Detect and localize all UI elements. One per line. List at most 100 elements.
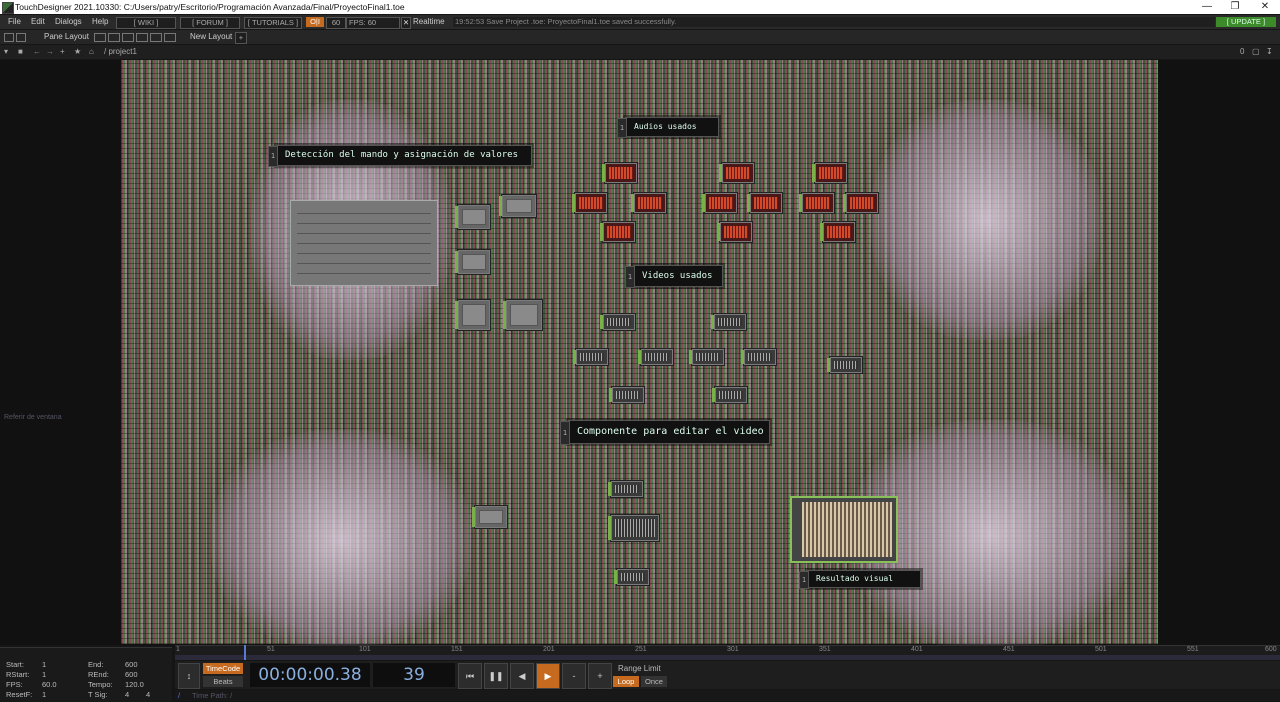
frame-display[interactable]: 39	[373, 663, 455, 687]
timecode-toggle[interactable]: TimeCode	[203, 663, 243, 674]
restore-icon[interactable]: ❐	[1220, 0, 1250, 14]
range-bar[interactable]	[175, 655, 1280, 660]
video-node[interactable]	[609, 387, 644, 403]
audio-node[interactable]	[600, 222, 635, 242]
chop-node[interactable]	[499, 195, 536, 217]
update-button[interactable]: [ UPDATE ]	[1216, 17, 1276, 27]
tempo-value[interactable]: 120.0	[125, 680, 144, 689]
rewind-icon[interactable]: ⏮	[458, 663, 482, 689]
chop-node[interactable]	[503, 300, 542, 330]
star-icon[interactable]: ★	[74, 45, 81, 59]
comment-resultado[interactable]: 1 Resultado visual	[799, 570, 921, 589]
network-path[interactable]: / project1	[104, 45, 137, 59]
video-node[interactable]	[689, 349, 724, 365]
expand-icon[interactable]: ↕	[178, 663, 200, 689]
audio-node[interactable]	[602, 163, 637, 183]
loop-toggle[interactable]: Loop	[613, 676, 639, 687]
video-node[interactable]	[711, 314, 746, 330]
menu-file[interactable]: File	[8, 15, 21, 29]
comment-audios[interactable]: 1 Audios usados	[617, 117, 719, 138]
tutorials-button[interactable]: [ TUTORIALS ]	[244, 17, 302, 29]
audio-node[interactable]	[820, 222, 855, 242]
video-node[interactable]	[608, 481, 643, 497]
forum-button[interactable]: [ FORUM ]	[180, 17, 240, 29]
pause-icon[interactable]: ❚❚	[484, 663, 508, 689]
pane-menu-icon[interactable]: ▾	[4, 45, 8, 59]
chop-node[interactable]	[455, 300, 490, 330]
layout-5-icon[interactable]	[150, 33, 162, 42]
video-node[interactable]	[600, 314, 635, 330]
video-node[interactable]	[741, 349, 776, 365]
beats-toggle[interactable]: Beats	[203, 676, 243, 687]
audio-node[interactable]	[631, 193, 666, 213]
audio-node[interactable]	[572, 193, 607, 213]
realtime-checkbox[interactable]: ✕	[401, 17, 411, 29]
audio-node[interactable]	[702, 193, 737, 213]
layout-2-icon[interactable]	[108, 33, 120, 42]
menu-help[interactable]: Help	[92, 15, 108, 29]
step-back-button[interactable]: -	[562, 663, 586, 689]
audio-node[interactable]	[747, 193, 782, 213]
audio-node[interactable]	[799, 193, 834, 213]
tsig-numerator[interactable]: 4	[125, 690, 129, 699]
result-visual-node[interactable]	[790, 496, 898, 563]
pane-split-icon[interactable]	[4, 33, 14, 42]
menu-dialogs[interactable]: Dialogs	[55, 15, 82, 29]
audio-node[interactable]	[843, 193, 878, 213]
audio-node[interactable]	[717, 222, 752, 242]
forward-icon[interactable]: →	[46, 45, 54, 59]
chop-node[interactable]	[472, 506, 507, 528]
audio-node[interactable]	[719, 163, 754, 183]
end-value[interactable]: 600	[125, 660, 138, 669]
fps-value[interactable]: 60.0	[42, 680, 57, 689]
video-node[interactable]	[614, 569, 649, 585]
add-layout-button[interactable]: +	[235, 32, 247, 44]
minimize-icon[interactable]: —	[1192, 0, 1222, 14]
pane-type-icon[interactable]: ■	[18, 45, 23, 59]
add-icon[interactable]: +	[60, 45, 65, 59]
rstart-value[interactable]: 1	[42, 670, 46, 679]
pane-link-icon[interactable]	[16, 33, 26, 42]
rend-value[interactable]: 600	[125, 670, 138, 679]
play-forward-icon[interactable]: ▶	[536, 663, 560, 689]
controller-table-node[interactable]	[290, 200, 438, 286]
perform-toggle[interactable]: O|I	[306, 17, 324, 27]
playhead[interactable]	[244, 645, 246, 660]
home-icon[interactable]: ⌂	[89, 45, 94, 59]
layout-6-icon[interactable]	[164, 33, 176, 42]
audio-node[interactable]	[812, 163, 847, 183]
comment-videos[interactable]: 1 Videos usados	[625, 265, 723, 288]
start-value[interactable]: 1	[42, 660, 46, 669]
video-node[interactable]	[712, 387, 747, 403]
wiki-button[interactable]: [ WIKI ]	[116, 17, 176, 29]
step-forward-button[interactable]: +	[588, 663, 612, 689]
menu-edit[interactable]: Edit	[31, 15, 45, 29]
layout-3-icon[interactable]	[122, 33, 134, 42]
chop-node[interactable]	[455, 250, 490, 274]
once-toggle[interactable]: Once	[641, 676, 667, 687]
chop-node[interactable]	[455, 205, 490, 229]
video-node[interactable]	[827, 357, 862, 373]
time-path-icon[interactable]: /	[178, 690, 180, 701]
back-icon[interactable]: ←	[33, 45, 41, 59]
fps-label: FPS:	[6, 680, 23, 689]
edit-component-node[interactable]	[608, 515, 659, 541]
ruler-tick: 600	[1265, 646, 1277, 653]
resetf-value[interactable]: 1	[42, 690, 46, 699]
play-reverse-icon[interactable]: ◀	[510, 663, 534, 689]
comment-deteccion[interactable]: 1 Detección del mando y asignación de va…	[268, 145, 532, 167]
video-node[interactable]	[573, 349, 608, 365]
maximize-pane-icon[interactable]: ▢	[1252, 45, 1260, 59]
timecode-display[interactable]: 00:00:00.38	[250, 663, 370, 687]
layout-4-icon[interactable]	[136, 33, 148, 42]
tempo-label: Tempo:	[88, 680, 113, 689]
comment-number: 1	[560, 421, 570, 445]
comment-componente[interactable]: 1 Componente para editar el video	[560, 420, 770, 445]
close-icon[interactable]: ✕	[1250, 0, 1280, 14]
video-node[interactable]	[638, 349, 673, 365]
pane-options-icon[interactable]: ↧	[1266, 45, 1273, 59]
fps-preset-60[interactable]: 60	[326, 17, 346, 29]
layout-1-icon[interactable]	[94, 33, 106, 42]
tsig-denominator[interactable]: 4	[146, 690, 150, 699]
new-layout-label[interactable]: New Layout	[190, 30, 232, 44]
